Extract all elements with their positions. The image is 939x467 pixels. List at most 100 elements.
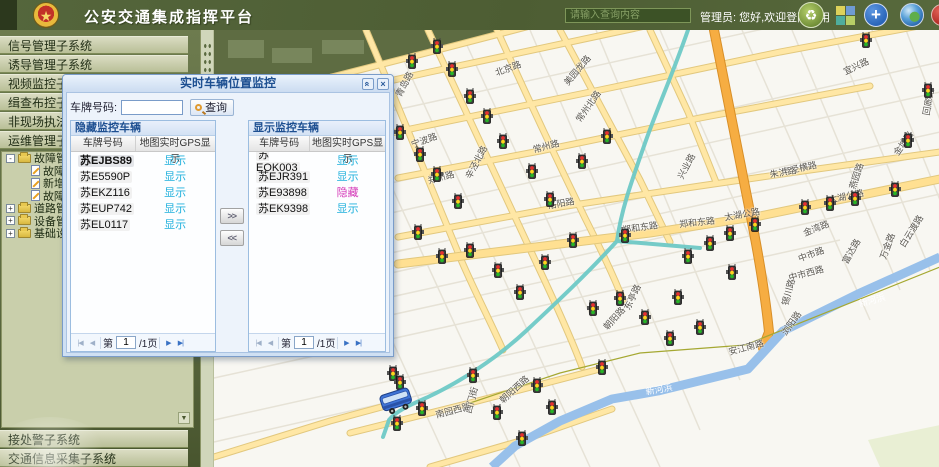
traffic-signal-icon[interactable] xyxy=(463,242,477,258)
traffic-signal-icon[interactable] xyxy=(638,309,652,325)
hide-link[interactable]: 隐藏 xyxy=(337,187,359,199)
splitter-drag-handle[interactable] xyxy=(203,42,212,78)
traffic-signal-icon[interactable] xyxy=(430,38,444,54)
move-right-button[interactable]: >> xyxy=(220,208,244,224)
traffic-signal-icon[interactable] xyxy=(823,195,837,211)
traffic-signal-icon[interactable] xyxy=(663,330,677,346)
traffic-signal-icon[interactable] xyxy=(390,415,404,431)
tree-twisty-icon[interactable]: + xyxy=(6,204,15,213)
traffic-signal-icon[interactable] xyxy=(848,190,862,206)
traffic-signal-icon[interactable] xyxy=(530,377,544,393)
traffic-signal-icon[interactable] xyxy=(451,193,465,209)
traffic-signal-icon[interactable] xyxy=(888,181,902,197)
tree-scroll-down-arrow[interactable]: ▼ xyxy=(178,412,190,424)
traffic-signal-icon[interactable] xyxy=(586,300,600,316)
add-plus-icon[interactable]: + xyxy=(864,3,888,27)
traffic-signal-icon[interactable] xyxy=(515,430,529,446)
table-row[interactable]: 苏E5590P 显示 xyxy=(71,168,215,184)
first-page-button[interactable]: |◀ xyxy=(74,339,86,347)
monitored-vehicle-bus-icon[interactable] xyxy=(378,385,416,415)
show-link[interactable]: 显示 xyxy=(337,171,359,183)
traffic-signal-icon[interactable] xyxy=(725,264,739,280)
next-page-button[interactable]: ▶ xyxy=(162,339,174,347)
traffic-signal-icon[interactable] xyxy=(748,216,762,232)
traffic-signal-icon[interactable] xyxy=(575,153,589,169)
traffic-signal-icon[interactable] xyxy=(466,367,480,383)
first-page-button[interactable]: |◀ xyxy=(252,339,264,347)
traffic-signal-icon[interactable] xyxy=(435,248,449,264)
traffic-signal-icon[interactable] xyxy=(393,124,407,140)
page-number-input[interactable] xyxy=(116,336,136,349)
traffic-signal-icon[interactable] xyxy=(723,225,737,241)
traffic-signal-icon[interactable] xyxy=(859,32,873,48)
traffic-signal-icon[interactable] xyxy=(671,289,685,305)
prev-page-button[interactable]: ◀ xyxy=(264,339,276,347)
traffic-signal-icon[interactable] xyxy=(681,248,695,264)
table-row[interactable]: 苏EJBS89显示 xyxy=(71,152,215,168)
traffic-signal-icon[interactable] xyxy=(538,254,552,270)
traffic-signal-icon[interactable] xyxy=(618,227,632,243)
traffic-signal-icon[interactable] xyxy=(480,108,494,124)
table-row[interactable]: 苏EKZ116显示 xyxy=(71,184,215,200)
traffic-signal-icon[interactable] xyxy=(411,224,425,240)
sidebar-bottom-item-1[interactable]: 交通信息采集子系统 xyxy=(0,449,188,467)
traffic-signal-icon[interactable] xyxy=(600,128,614,144)
traffic-signal-icon[interactable] xyxy=(525,163,539,179)
plate-number-input[interactable] xyxy=(121,100,183,115)
prev-page-button[interactable]: ◀ xyxy=(86,339,98,347)
dialog-close-button[interactable]: × xyxy=(377,78,389,90)
table-row[interactable]: 苏EK9398显示 xyxy=(249,200,385,216)
page-number-input[interactable] xyxy=(294,336,314,349)
traffic-signal-icon[interactable] xyxy=(693,319,707,335)
traffic-signal-icon[interactable] xyxy=(496,133,510,149)
last-page-button[interactable]: ▶| xyxy=(174,339,186,347)
traffic-signal-icon[interactable] xyxy=(595,359,609,375)
traffic-signal-icon[interactable] xyxy=(921,82,935,98)
show-link[interactable]: 显示 xyxy=(337,203,359,215)
table-row[interactable]: 苏EL0117显示 xyxy=(71,216,215,232)
traffic-signal-icon[interactable] xyxy=(543,191,557,207)
traffic-signal-icon[interactable] xyxy=(463,88,477,104)
traffic-signal-icon[interactable] xyxy=(545,399,559,415)
traffic-signal-icon[interactable] xyxy=(490,404,504,420)
show-link[interactable]: 显示 xyxy=(337,155,359,167)
search-button[interactable]: 查询 xyxy=(190,99,234,116)
last-page-button[interactable]: ▶| xyxy=(352,339,364,347)
show-link[interactable]: 显示 xyxy=(164,219,186,231)
traffic-signal-icon[interactable] xyxy=(445,61,459,77)
traffic-signal-icon[interactable] xyxy=(430,166,444,182)
apps-grid-icon[interactable] xyxy=(836,6,855,25)
clipped-red-icon[interactable] xyxy=(931,4,939,26)
traffic-signal-icon[interactable] xyxy=(613,290,627,306)
table-row[interactable]: 苏EUP742显示 xyxy=(71,200,215,216)
show-link[interactable]: 显示 xyxy=(164,155,186,167)
show-link[interactable]: 显示 xyxy=(164,203,186,215)
traffic-signal-icon[interactable] xyxy=(798,199,812,215)
dialog-collapse-button[interactable]: « xyxy=(362,78,374,90)
traffic-signal-icon[interactable] xyxy=(513,284,527,300)
tree-twisty-icon[interactable]: - xyxy=(6,154,15,163)
show-link[interactable]: 显示 xyxy=(164,171,186,183)
tree-twisty-icon[interactable]: + xyxy=(6,216,15,225)
table-row[interactable]: 苏EQK003显示 xyxy=(249,152,385,168)
header-search-input[interactable] xyxy=(565,8,691,23)
table-row[interactable]: 苏EJR391显示 xyxy=(249,168,385,184)
move-left-button[interactable]: << xyxy=(220,230,244,246)
traffic-signal-icon[interactable] xyxy=(901,132,915,148)
traffic-signal-icon[interactable] xyxy=(405,53,419,69)
globe-map-icon[interactable] xyxy=(900,3,924,27)
plate-number-cell: 苏E5590P xyxy=(71,168,136,184)
next-page-button[interactable]: ▶ xyxy=(340,339,352,347)
show-link[interactable]: 显示 xyxy=(164,187,186,199)
refresh-recycle-icon[interactable]: ♻ xyxy=(798,2,824,28)
traffic-signal-icon[interactable] xyxy=(491,262,505,278)
tree-twisty-icon[interactable]: + xyxy=(6,229,15,238)
plate-number-label: 车牌号码: xyxy=(70,99,117,115)
table-row[interactable]: 苏E93898隐藏 xyxy=(249,184,385,200)
sidebar-bottom-item-0[interactable]: 接处警子系统 xyxy=(0,430,188,448)
sidebar-item-0[interactable]: 信号管理子系统 xyxy=(0,36,188,54)
traffic-signal-icon[interactable] xyxy=(703,235,717,251)
traffic-signal-icon[interactable] xyxy=(566,232,580,248)
sidebar-item-1[interactable]: 诱导管理子系统 xyxy=(0,55,188,73)
traffic-signal-icon[interactable] xyxy=(413,146,427,162)
